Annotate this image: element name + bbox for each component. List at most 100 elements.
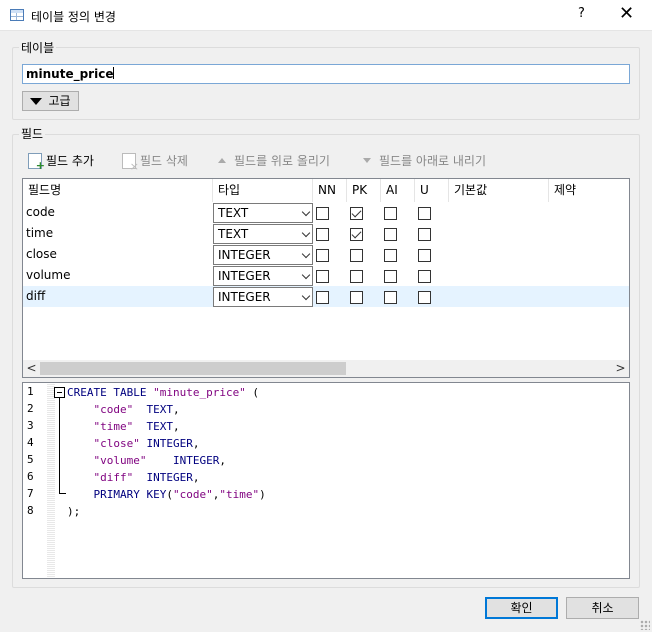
sql-identifier: "time"	[219, 488, 260, 501]
nn-checkbox[interactable]	[316, 228, 329, 241]
column-header-u[interactable]: U	[415, 179, 449, 202]
move-up-button[interactable]: 필드를 위로 올리기	[214, 152, 330, 169]
sql-preview-editor[interactable]: 1 CREATE TABLE "minute_price" (2 "code" T…	[22, 382, 630, 579]
sql-text: )	[259, 488, 266, 501]
code-line: "volume" INTEGER,	[67, 452, 226, 469]
code-line: "close" INTEGER,	[67, 435, 200, 452]
field-type-value: TEXT	[218, 227, 249, 241]
ok-button[interactable]: 확인	[485, 597, 558, 619]
chevron-down-icon	[301, 228, 311, 238]
scroll-right-icon[interactable]: >	[612, 360, 629, 377]
table-row[interactable]: close INTEGER	[23, 244, 629, 265]
chevron-down-icon	[301, 291, 311, 301]
column-header-name[interactable]: 필드명	[23, 179, 213, 202]
advanced-toggle-button[interactable]: 고급	[22, 91, 79, 111]
sql-text: ,	[192, 471, 200, 484]
field-name-cell[interactable]: volume	[26, 268, 70, 282]
resize-grip[interactable]	[640, 620, 650, 630]
horizontal-scrollbar[interactable]: < >	[23, 360, 629, 377]
field-type-select[interactable]: TEXT	[213, 224, 313, 244]
nn-checkbox[interactable]	[316, 291, 329, 304]
u-checkbox[interactable]	[418, 207, 431, 220]
scroll-left-icon[interactable]: <	[23, 360, 40, 377]
column-header-type[interactable]: 타입	[213, 179, 313, 202]
help-button[interactable]: ?	[578, 6, 585, 21]
u-checkbox[interactable]	[418, 228, 431, 241]
line-number: 1	[27, 385, 34, 398]
field-type-select[interactable]: INTEGER	[213, 266, 313, 286]
add-field-button[interactable]: 필드 추가	[28, 152, 94, 172]
u-checkbox[interactable]	[418, 291, 431, 304]
ai-checkbox[interactable]	[384, 207, 397, 220]
fold-toggle-icon[interactable]	[54, 387, 65, 398]
line-number: 7	[27, 487, 34, 500]
sql-identifier: "close"	[93, 437, 140, 450]
triangle-down-icon	[30, 98, 43, 105]
sql-text: (	[166, 488, 173, 501]
close-button[interactable]: ✕	[619, 3, 634, 24]
cancel-button[interactable]: 취소	[566, 597, 639, 619]
sql-text: ,	[173, 403, 180, 416]
field-name-cell[interactable]: diff	[26, 289, 45, 303]
field-name-cell[interactable]: code	[26, 205, 55, 219]
fold-line	[59, 398, 60, 494]
sql-identifier: "minute_price"	[153, 386, 246, 399]
remove-field-icon	[122, 152, 139, 173]
column-header-ai[interactable]: AI	[381, 179, 415, 202]
pk-checkbox[interactable]	[350, 207, 363, 220]
sql-keyword: TEXT	[146, 420, 174, 433]
nn-checkbox[interactable]	[316, 207, 329, 220]
chevron-down-icon	[301, 249, 311, 259]
sql-identifier: "diff"	[93, 471, 134, 484]
column-header-constraint[interactable]: 제약	[549, 179, 629, 202]
arrow-up-icon	[218, 158, 226, 163]
field-type-value: INTEGER	[218, 290, 271, 304]
table-row[interactable]: code TEXT	[23, 202, 629, 223]
ai-checkbox[interactable]	[384, 249, 397, 262]
table-row[interactable]: time TEXT	[23, 223, 629, 244]
u-checkbox[interactable]	[418, 249, 431, 262]
chevron-down-icon	[301, 207, 311, 217]
column-header-default[interactable]: 기본값	[449, 179, 549, 202]
sql-text: (	[245, 386, 260, 399]
pk-checkbox[interactable]	[350, 249, 363, 262]
field-type-select[interactable]: TEXT	[213, 203, 313, 223]
add-field-icon	[28, 152, 45, 172]
advanced-label: 고급	[48, 94, 71, 108]
table-row[interactable]: diff INTEGER	[23, 286, 629, 307]
move-down-button[interactable]: 필드를 아래로 내리기	[359, 152, 486, 169]
column-header-pk[interactable]: PK	[347, 179, 381, 202]
ai-checkbox[interactable]	[384, 270, 397, 283]
table-row[interactable]: volume INTEGER	[23, 265, 629, 286]
table-name-input[interactable]: minute_price	[22, 64, 630, 84]
add-field-label: 필드 추가	[46, 154, 94, 168]
field-name-cell[interactable]: time	[26, 226, 53, 240]
pk-checkbox[interactable]	[350, 270, 363, 283]
table-icon	[10, 9, 24, 21]
nn-checkbox[interactable]	[316, 249, 329, 262]
scroll-thumb[interactable]	[40, 362, 346, 375]
ai-checkbox[interactable]	[384, 228, 397, 241]
u-checkbox[interactable]	[418, 270, 431, 283]
ai-checkbox[interactable]	[384, 291, 397, 304]
field-type-select[interactable]: INTEGER	[213, 245, 313, 265]
fields-table[interactable]: 필드명 타입 NN PK AI U 기본값 제약 code TEXT time TEX…	[22, 178, 630, 378]
sql-keyword: INTEGER	[146, 471, 193, 484]
field-name-cell[interactable]: close	[26, 247, 57, 261]
field-type-select[interactable]: INTEGER	[213, 287, 313, 307]
pk-checkbox[interactable]	[350, 291, 363, 304]
title-bar: 테이블 정의 변경 ? ✕	[0, 0, 652, 31]
line-number: 6	[27, 470, 34, 483]
column-header-nn[interactable]: NN	[313, 179, 347, 202]
pk-checkbox[interactable]	[350, 228, 363, 241]
window-title: 테이블 정의 변경	[31, 10, 116, 24]
line-number: 2	[27, 402, 34, 415]
nn-checkbox[interactable]	[316, 270, 329, 283]
remove-field-button[interactable]: 필드 삭제	[122, 152, 188, 173]
arrow-down-icon	[363, 158, 371, 163]
